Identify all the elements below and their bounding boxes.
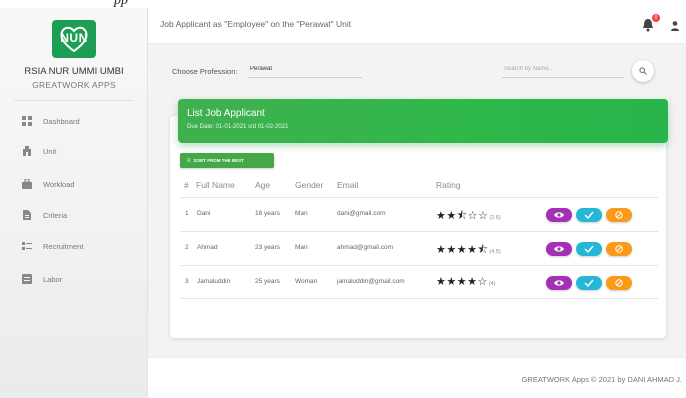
search-icon [639, 67, 647, 75]
sidebar-item-label: Dashboard [43, 116, 80, 126]
eye-icon [554, 280, 564, 286]
row-gender: Man [295, 210, 308, 217]
check-icon [584, 279, 594, 287]
row-gender: Man [295, 244, 308, 251]
topbar: Job Applicant as "Employee" on the "Pera… [148, 8, 686, 44]
reject-button[interactable] [606, 242, 632, 256]
brand-name: RSIA NUR UMMI UMBI [24, 66, 124, 77]
column-header-age: Age [255, 180, 271, 190]
table-row: 1 Dani 18 years Man dani@gmail.com ★★⯪☆☆… [180, 197, 658, 231]
row-name: Jamaluddin [197, 278, 231, 285]
star-icons: ★★★★⯪ [436, 244, 489, 256]
check-icon [584, 245, 594, 253]
rating-stars: ★★★★☆(4) [436, 275, 496, 288]
sidebar-item-workload[interactable]: Workload [22, 176, 75, 192]
row-email: ahmad@gmail.com [337, 244, 394, 251]
sidebar-item-label: Labor [43, 274, 63, 284]
sidebar-item-criteria[interactable]: Criteria [22, 207, 67, 223]
row-number: 3 [185, 278, 189, 285]
sidebar: NUN RSIA NUR UMMI UMBI GREATWORK APPS Da… [0, 8, 148, 398]
block-icon [615, 279, 623, 287]
table-row: 2 Ahmad 23 years Man ahmad@gmail.com ★★★… [180, 231, 658, 265]
footer: GREATWORK Apps © 2021 by DANI AHMAD J. [148, 357, 686, 398]
caption-strip: pp [0, 0, 686, 8]
star-icons: ★★⯪☆☆ [436, 210, 489, 222]
notification-badge: 0 [652, 14, 660, 22]
rating-stars: ★★★★⯪(4.5) [436, 241, 501, 260]
logo-text: NUN [60, 31, 88, 45]
sidebar-item-label: Workload [43, 179, 75, 189]
dashboard-icon [22, 116, 32, 126]
column-header-number: # [184, 180, 189, 190]
row-age: 18 years [255, 210, 280, 217]
sidebar-item-recruitment[interactable]: Recruitment [22, 238, 83, 254]
view-button[interactable] [546, 208, 572, 222]
column-header-full-name: Full Name [196, 180, 235, 190]
search-button[interactable] [632, 60, 654, 82]
row-name: Dani [197, 210, 211, 217]
sort-button[interactable]: ≡ SORT FROM THE BEST [180, 153, 274, 168]
rating-score: (2.5) [489, 215, 501, 221]
row-name: Ahmad [197, 244, 218, 251]
column-header-gender: Gender [295, 180, 324, 190]
accept-button[interactable] [576, 276, 602, 290]
footer-copyright: GREATWORK Apps © 2021 by DANI AHMAD J. [521, 375, 682, 384]
table-row: 3 Jamaluddin 25 years Woman jamaluddin@g… [180, 265, 658, 299]
recruitment-icon [22, 242, 32, 250]
rating-score: (4) [488, 281, 496, 287]
row-age: 25 years [255, 278, 280, 285]
sidebar-item-label: Recruitment [43, 241, 84, 251]
accept-button[interactable] [576, 242, 602, 256]
block-icon [615, 245, 623, 253]
row-age: 23 years [255, 244, 280, 251]
unit-icon [23, 146, 31, 156]
card-title: List Job Applicant [187, 108, 265, 119]
rating-score: (4.5) [489, 249, 501, 255]
row-email: jamaluddin@gmail.com [337, 278, 405, 285]
sidebar-item-unit[interactable]: Unit [22, 143, 56, 159]
star-icons: ★★★★☆ [436, 276, 488, 288]
due-date: Due Date: 01-01-2021 s/d 01-02-2021 [187, 124, 289, 130]
brand-subtitle: GREATWORK APPS [32, 80, 116, 90]
row-number: 2 [185, 244, 189, 251]
main-panel: Choose Profession: List Job Applicant Du… [148, 44, 686, 357]
row-number: 1 [185, 210, 189, 217]
block-icon [615, 211, 623, 219]
sort-icon: ≡ [187, 157, 191, 164]
search-input[interactable] [502, 60, 624, 78]
sidebar-item-labor[interactable]: Labor [22, 271, 62, 287]
sort-button-label: SORT FROM THE BEST [193, 158, 245, 163]
view-button[interactable] [546, 276, 572, 290]
criteria-icon [23, 210, 31, 220]
brand-divider [14, 100, 134, 101]
accept-button[interactable] [576, 208, 602, 222]
page: pp NUN RSIA NUR UMMI UMBI GREATWORK APPS… [0, 0, 686, 398]
view-button[interactable] [546, 242, 572, 256]
column-header-email: Email [337, 180, 359, 190]
reject-button[interactable] [606, 208, 632, 222]
page-title: Job Applicant as "Employee" on the "Pera… [160, 19, 352, 29]
profession-field[interactable] [248, 60, 362, 78]
sidebar-item-dashboard[interactable]: Dashboard [22, 113, 80, 129]
card-header: List Job Applicant Due Date: 01-01-2021 … [178, 99, 668, 143]
user-icon[interactable] [670, 20, 680, 32]
rating-stars: ★★⯪☆☆(2.5) [436, 207, 501, 226]
check-icon [584, 211, 594, 219]
logo: NUN [52, 20, 96, 58]
eye-icon [554, 246, 564, 252]
applicant-card: List Job Applicant Due Date: 01-01-2021 … [170, 99, 668, 338]
profession-label: Choose Profession: [172, 67, 238, 76]
labor-icon [22, 274, 32, 284]
row-gender: Woman [295, 278, 318, 285]
column-header-rating: Rating [436, 180, 461, 190]
workload-icon [22, 179, 32, 189]
reject-button[interactable] [606, 276, 632, 290]
sidebar-item-label: Unit [43, 146, 57, 156]
eye-icon [554, 212, 564, 218]
row-email: dani@gmail.com [337, 210, 386, 217]
sidebar-item-label: Criteria [43, 210, 68, 220]
